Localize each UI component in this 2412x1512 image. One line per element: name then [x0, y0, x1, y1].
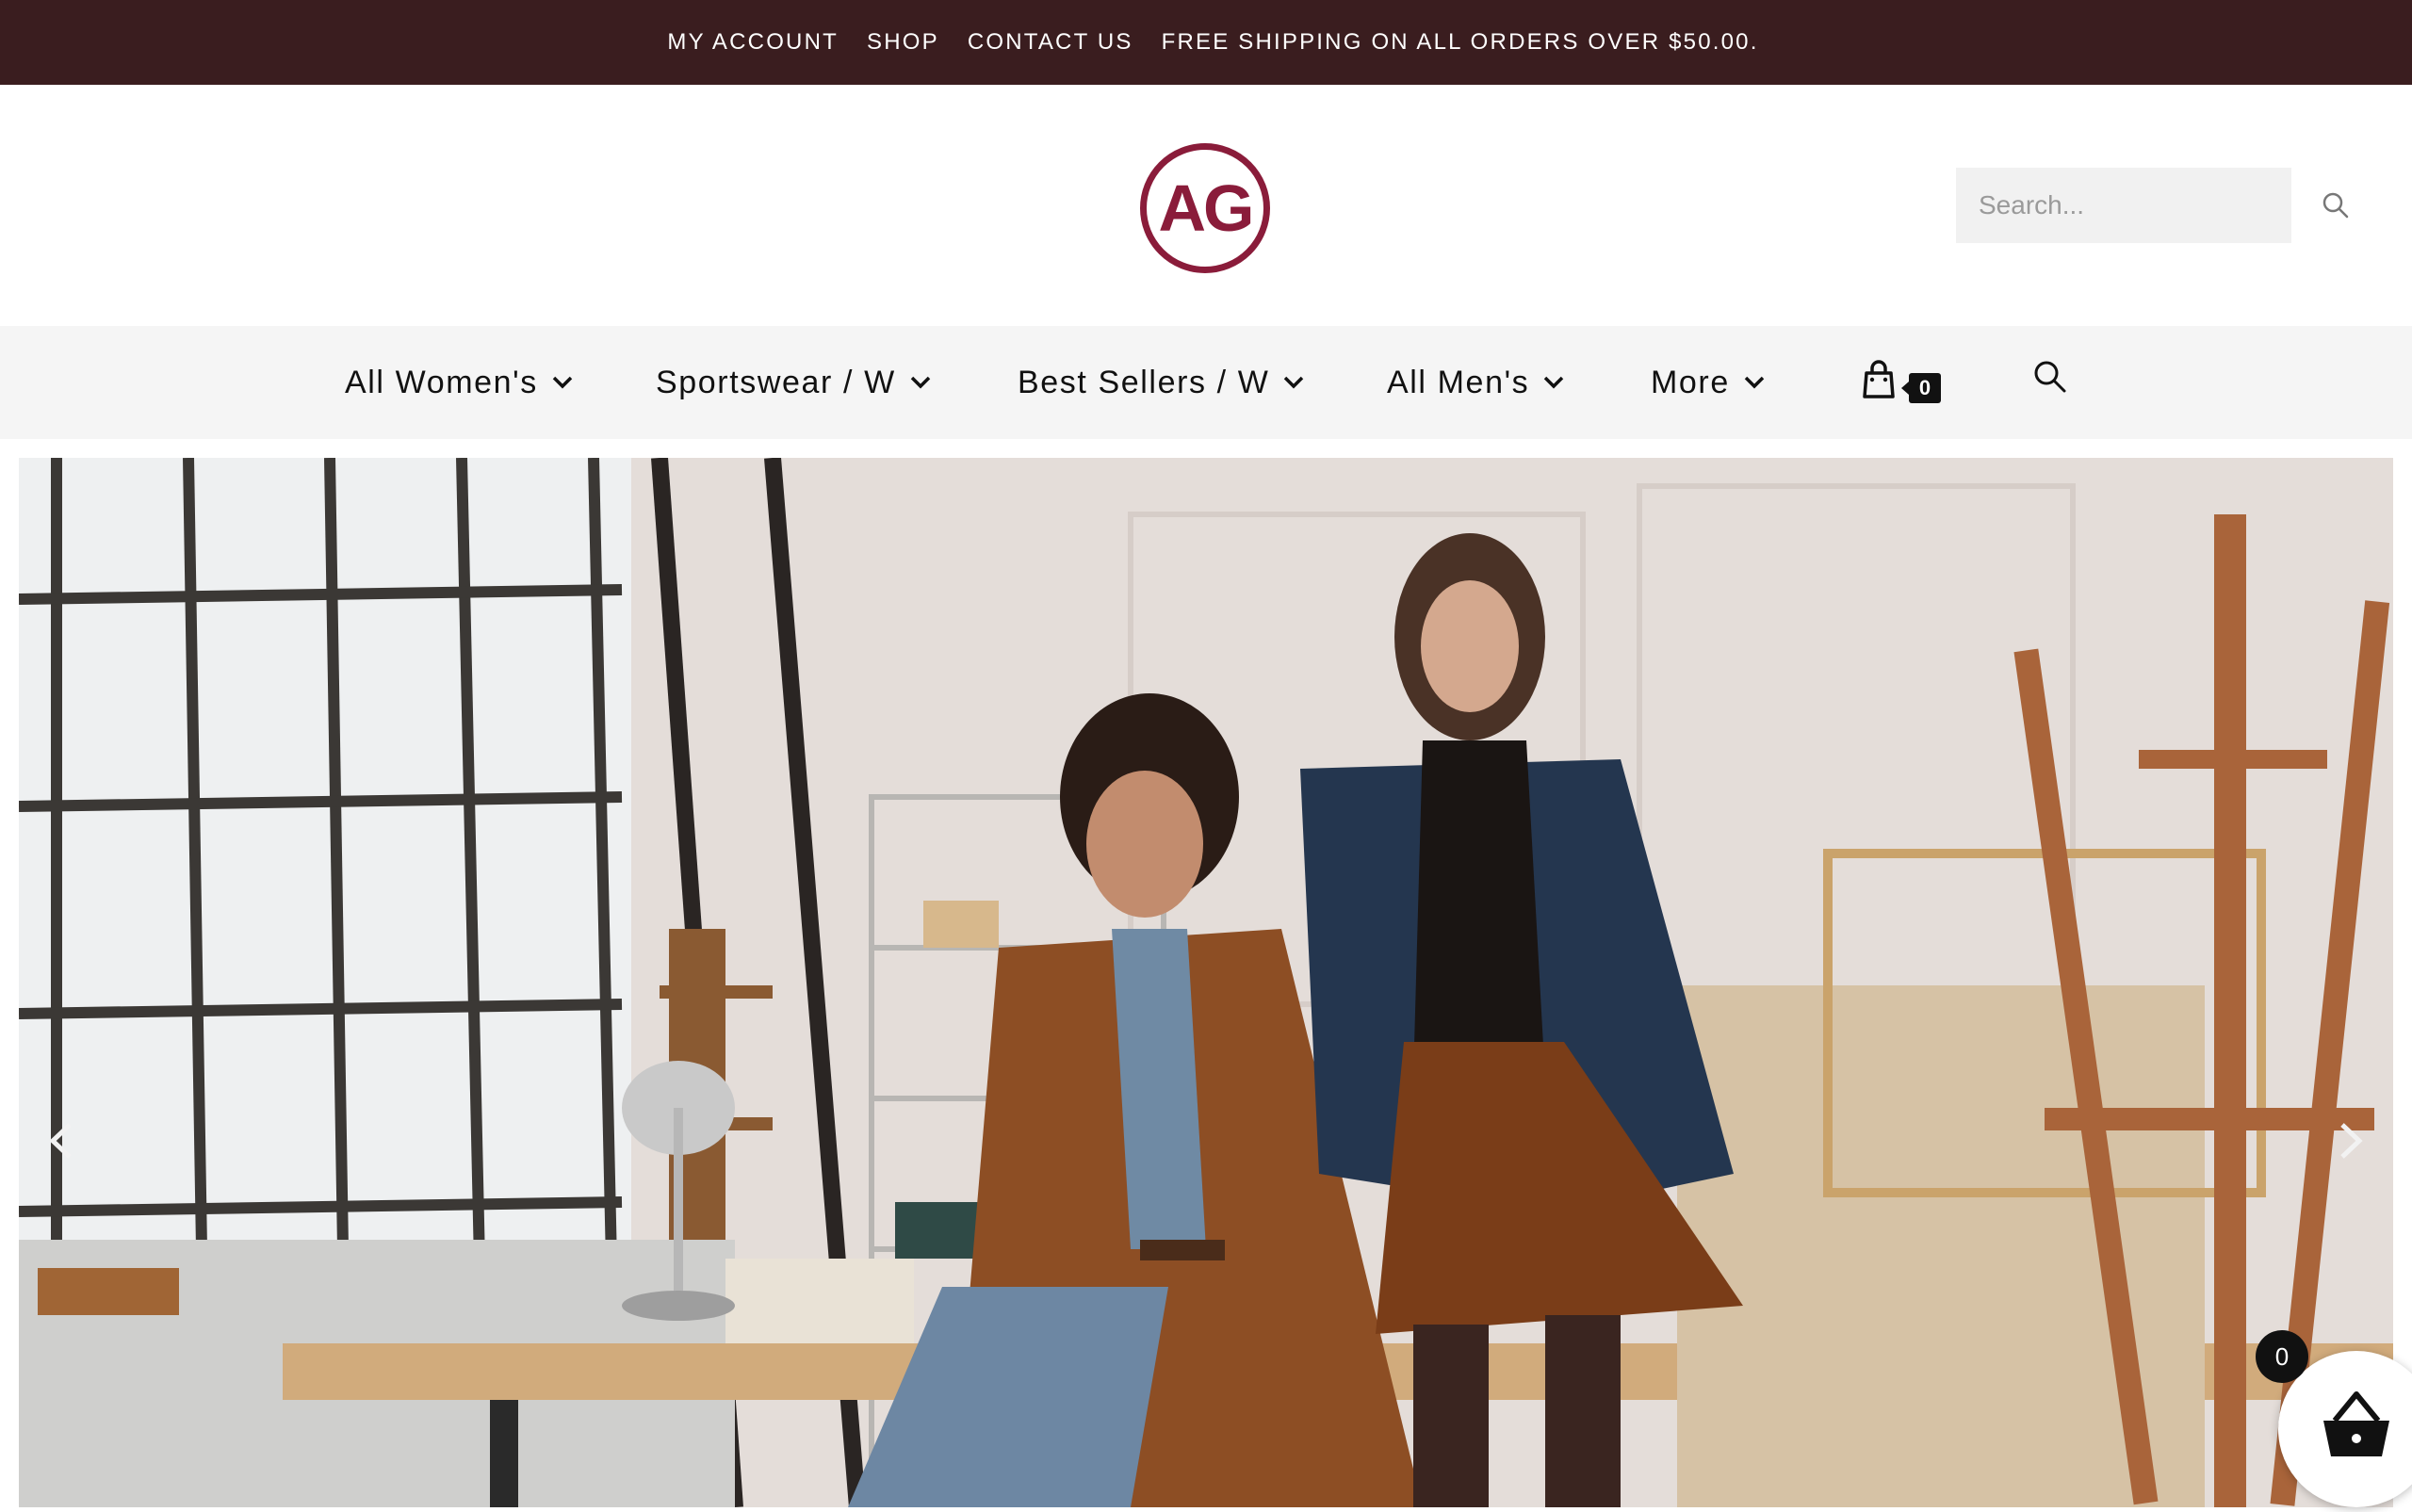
chevron-down-icon	[551, 375, 574, 390]
floating-cart-count-badge: 0	[2256, 1330, 2308, 1383]
shop-link[interactable]: SHOP	[867, 29, 939, 56]
chevron-down-icon	[1282, 375, 1305, 390]
nav-item-all-womens[interactable]: All Women's	[345, 326, 574, 439]
nav-item-label: Best Sellers / W	[1018, 364, 1270, 400]
nav-item-label: More	[1651, 364, 1730, 400]
top-bar: MY ACCOUNT SHOP CONTACT US FREE SHIPPING…	[0, 0, 2412, 85]
search-input[interactable]	[1956, 167, 2321, 244]
chevron-right-icon	[2340, 1123, 2363, 1159]
hero-slider	[19, 458, 2393, 1507]
nav-item-label: Sportswear / W	[656, 364, 896, 400]
nav-search-icon[interactable]	[2031, 358, 2069, 396]
chevron-down-icon	[909, 375, 932, 390]
brand-logo[interactable]: AG	[1140, 143, 1270, 273]
chevron-down-icon	[1743, 375, 1766, 390]
nav-item-label: All Women's	[345, 364, 538, 400]
nav-item-more[interactable]: More	[1651, 326, 1766, 439]
site-header: AG	[0, 85, 2412, 326]
nav-item-sportswear[interactable]: Sportswear / W	[656, 326, 932, 439]
nav-cart-count-badge: 0	[1901, 373, 1941, 403]
chevron-left-icon	[49, 1123, 72, 1159]
my-account-link[interactable]: MY ACCOUNT	[667, 29, 839, 56]
nav-cart-button[interactable]: 0	[1862, 360, 1947, 407]
hero-image	[19, 458, 2393, 1507]
slider-next-button[interactable]	[2327, 1108, 2374, 1174]
nav-item-best-sellers[interactable]: Best Sellers / W	[1018, 326, 1305, 439]
chevron-down-icon	[1542, 375, 1565, 390]
header-search-box	[1956, 167, 2349, 244]
shipping-promo-text: FREE SHIPPING ON ALL ORDERS OVER $50.00.	[1161, 29, 1759, 55]
contact-us-link[interactable]: CONTACT US	[968, 29, 1133, 56]
nav-item-all-mens[interactable]: All Men's	[1387, 326, 1565, 439]
slider-prev-button[interactable]	[38, 1108, 85, 1174]
logo-text: AG	[1158, 171, 1255, 245]
search-icon[interactable]	[2321, 177, 2351, 234]
nav-item-label: All Men's	[1387, 364, 1530, 400]
shopping-bag-icon	[1862, 360, 1896, 404]
